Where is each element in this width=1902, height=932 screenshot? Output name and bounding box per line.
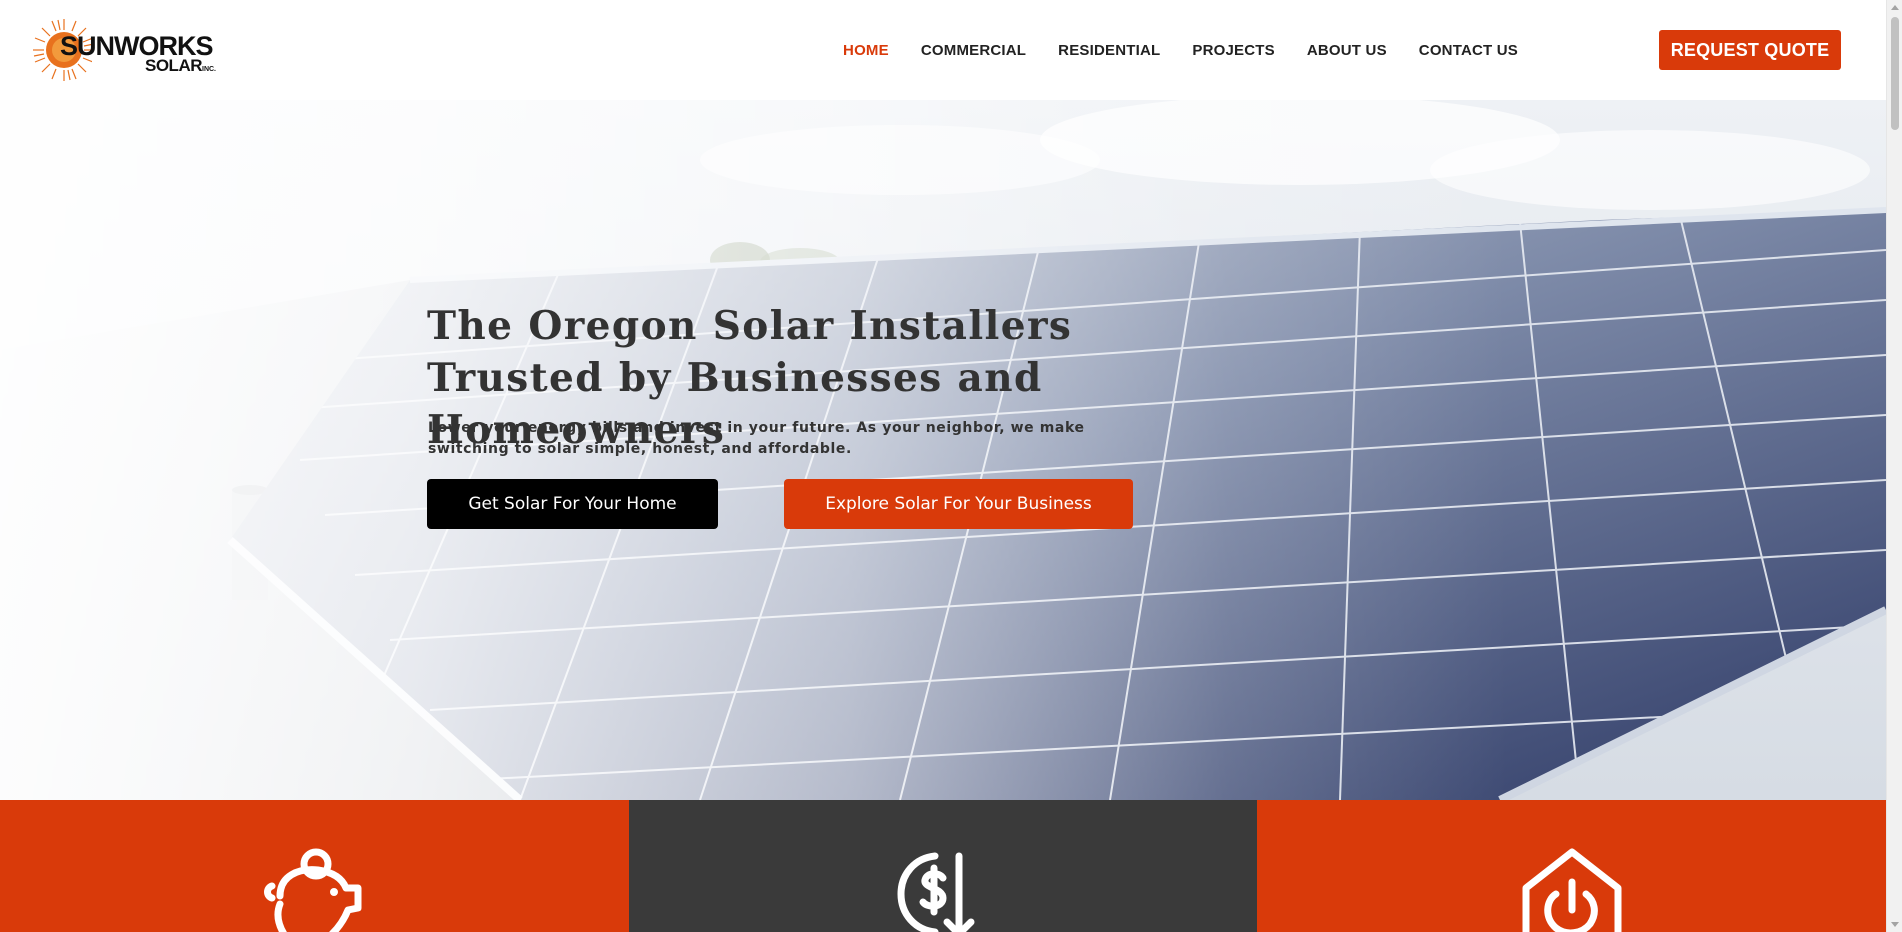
nav-item-projects[interactable]: PROJECTS bbox=[1192, 42, 1274, 59]
vertical-scrollbar[interactable] bbox=[1886, 0, 1902, 932]
feature-block-savings bbox=[0, 800, 629, 932]
nav-item-residential[interactable]: RESIDENTIAL bbox=[1058, 42, 1160, 59]
feature-block-costs bbox=[628, 800, 1258, 932]
nav-item-about-us[interactable]: ABOUT US bbox=[1307, 42, 1387, 59]
feature-block-power bbox=[1257, 800, 1886, 932]
logo-subwordmark: SOLARINC. bbox=[145, 57, 216, 74]
scroll-up-arrow-icon[interactable] bbox=[1891, 5, 1899, 10]
hero-subtitle: Lower your energy bills and invest in yo… bbox=[428, 420, 1085, 457]
scroll-down-arrow-icon[interactable] bbox=[1891, 922, 1899, 927]
main-nav: HOME COMMERCIAL RESIDENTIAL PROJECTS ABO… bbox=[843, 0, 1518, 100]
page: SUNWORKS SOLARINC. HOME COMMERCIAL RESID… bbox=[0, 0, 1886, 932]
explore-solar-business-button[interactable]: Explore Solar For Your Business bbox=[784, 479, 1133, 529]
logo-inc-text: INC. bbox=[202, 66, 216, 73]
scroll-thumb[interactable] bbox=[1891, 17, 1899, 130]
power-house-icon bbox=[1522, 848, 1622, 932]
nav-item-contact-us[interactable]: CONTACT US bbox=[1419, 42, 1518, 59]
get-solar-home-button[interactable]: Get Solar For Your Home bbox=[427, 479, 718, 529]
nav-item-home[interactable]: HOME bbox=[843, 42, 889, 59]
dollar-down-icon bbox=[897, 852, 975, 932]
request-quote-button[interactable]: REQUEST QUOTE bbox=[1659, 30, 1841, 70]
hero-section: The Oregon Solar Installers Trusted by B… bbox=[0, 100, 1886, 800]
logo-solar-text: SOLAR bbox=[145, 56, 203, 75]
feature-blocks bbox=[0, 800, 1886, 932]
nav-item-commercial[interactable]: COMMERCIAL bbox=[921, 42, 1026, 59]
site-header: SUNWORKS SOLARINC. HOME COMMERCIAL RESID… bbox=[0, 0, 1886, 100]
logo[interactable]: SUNWORKS SOLARINC. bbox=[32, 16, 222, 84]
piggy-bank-icon bbox=[264, 848, 362, 932]
